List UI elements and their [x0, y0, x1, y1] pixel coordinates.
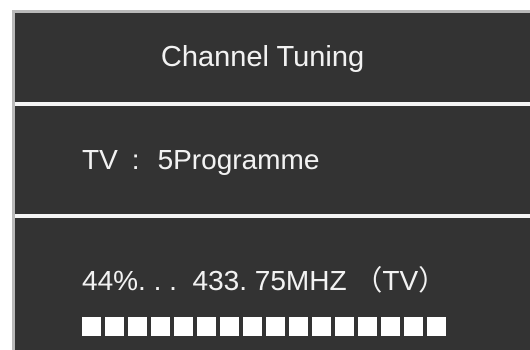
- progress-block: [82, 317, 101, 336]
- dialog-header: Channel Tuning: [15, 13, 530, 102]
- channel-tuning-dialog: Channel Tuning TV : 5Programme 44%. . . …: [12, 10, 530, 350]
- source-row: TV : 5Programme: [15, 106, 530, 214]
- tuning-progress-text: 44%. . . 433. 75MHZ （TV）: [82, 265, 447, 296]
- progress-block: [358, 317, 377, 336]
- progress-block: [151, 317, 170, 336]
- progress-block: [289, 317, 308, 336]
- progress-block: [381, 317, 400, 336]
- progress-block: [427, 317, 446, 336]
- progress-block: [266, 317, 285, 336]
- tuning-progress-bar: [82, 317, 446, 336]
- source-value: 5Programme: [157, 144, 320, 175]
- progress-block: [220, 317, 239, 336]
- source-separator: :: [131, 144, 140, 175]
- tuning-progress-area: 44%. . . 433. 75MHZ （TV）: [15, 218, 530, 350]
- source-label: TV: [82, 144, 118, 175]
- progress-block: [105, 317, 124, 336]
- progress-block: [335, 317, 354, 336]
- progress-block: [312, 317, 331, 336]
- progress-block: [197, 317, 216, 336]
- progress-block: [128, 317, 147, 336]
- dialog-title: Channel Tuning: [160, 41, 365, 73]
- progress-block: [174, 317, 193, 336]
- progress-block: [404, 317, 423, 336]
- tv-screen: Channel Tuning TV : 5Programme 44%. . . …: [0, 0, 530, 350]
- progress-block: [243, 317, 262, 336]
